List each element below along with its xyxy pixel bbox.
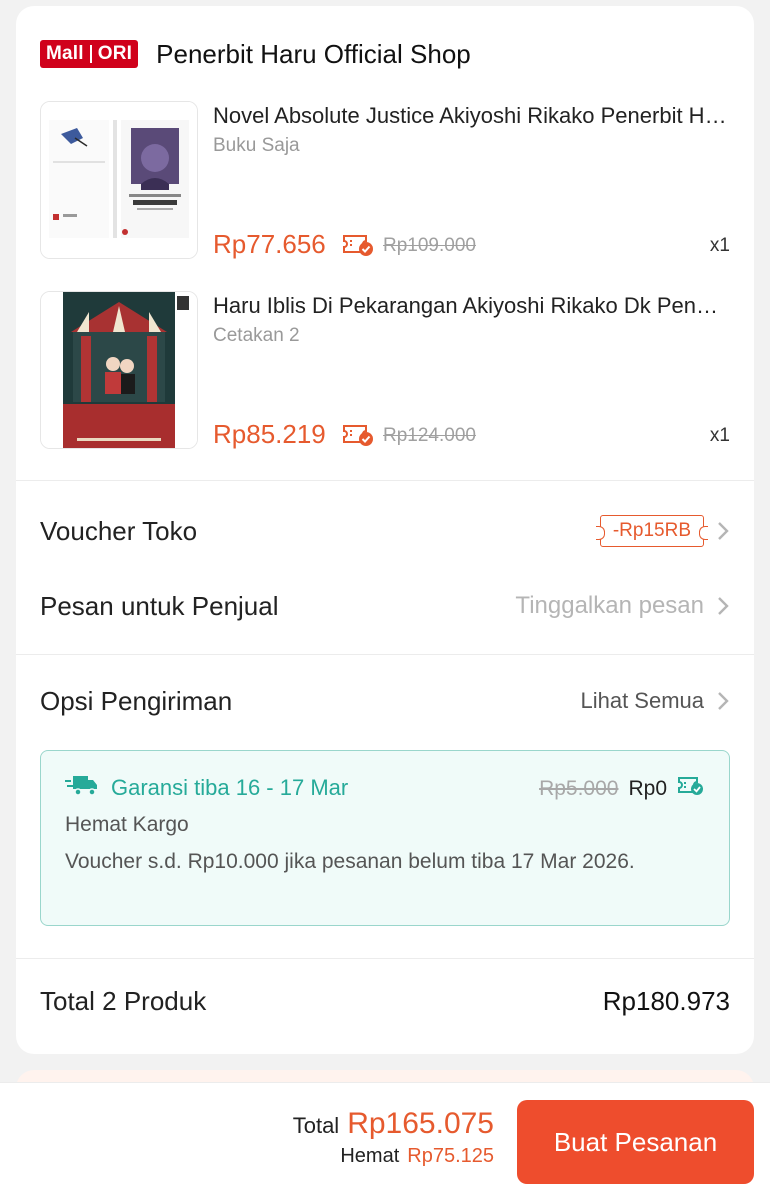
see-all-link[interactable]: Lihat Semua	[580, 688, 704, 714]
coupon-check-icon	[342, 422, 374, 453]
product-variant: Buku Saja	[213, 135, 300, 156]
shipping-method-name: Hemat Kargo	[65, 813, 189, 836]
product-original-price: Rp109.000	[383, 235, 476, 256]
chevron-right-icon	[716, 520, 730, 542]
product-item[interactable]: Haru Iblis Di Pekarangan Akiyoshi Rikako…	[40, 291, 730, 451]
product-original-price: Rp124.000	[383, 425, 476, 446]
shop-order-card: Mall ORI Penerbit Haru Official Shop Nov…	[16, 6, 754, 1054]
coupon-check-icon	[342, 232, 374, 263]
delivery-truck-icon	[65, 773, 99, 802]
divider	[16, 958, 754, 959]
product-thumbnail[interactable]	[40, 101, 198, 259]
product-subtotal-row: Total 2 Produk Rp180.973	[40, 986, 730, 1017]
badge-separator	[89, 45, 92, 63]
seller-message-input[interactable]: Tinggalkan pesan	[515, 592, 704, 620]
savings-label: Hemat	[340, 1145, 400, 1167]
product-thumbnail[interactable]	[40, 291, 198, 449]
shop-voucher-tag[interactable]: -Rp15RB	[595, 515, 709, 547]
chevron-right-icon	[716, 595, 730, 617]
shipping-option-label: Opsi Pengiriman	[40, 685, 233, 716]
total-payment-value: Rp165.075	[347, 1107, 494, 1140]
product-item[interactable]: Novel Absolute Justice Akiyoshi Rikako P…	[40, 101, 730, 261]
product-title[interactable]: Haru Iblis Di Pekarangan Akiyoshi Rikako…	[213, 293, 728, 319]
ori-badge-label: ORI	[97, 43, 133, 64]
book-cover-iblis-di-pekarangan	[41, 292, 197, 448]
delivery-guarantee-text: Garansi tiba 16 - 17 Mar	[111, 774, 349, 800]
shipping-original-price: Rp5.000	[539, 776, 619, 800]
seller-message-row[interactable]: Pesan untuk Penjual Tinggalkan pesan	[40, 586, 730, 626]
checkout-bar: Total Rp165.075 Hemat Rp75.125 Buat Pesa…	[0, 1082, 770, 1200]
shop-name[interactable]: Penerbit Haru Official Shop	[156, 39, 471, 70]
shipping-option-row[interactable]: Opsi Pengiriman Lihat Semua	[40, 681, 730, 721]
free-shipping-voucher-icon	[677, 775, 705, 802]
delivery-guarantee: Garansi tiba 16 - 17 Mar	[65, 773, 348, 802]
shipping-guarantee-note: Voucher s.d. Rp10.000 jika pesanan belum…	[65, 850, 635, 873]
shipping-option-card[interactable]: Garansi tiba 16 - 17 Mar Rp5.000 Rp0 Hem…	[40, 750, 730, 926]
subtotal-label: Total 2 Produk	[40, 986, 207, 1016]
shop-voucher-label: Voucher Toko	[40, 515, 198, 546]
mall-badge-label: Mall	[46, 43, 84, 64]
chevron-right-icon	[716, 690, 730, 712]
book-cover-absolute-justice	[41, 102, 197, 258]
mall-ori-badge: Mall ORI	[40, 40, 139, 68]
savings-value: Rp75.125	[407, 1145, 494, 1167]
divider	[16, 654, 754, 655]
product-variant: Cetakan 2	[213, 325, 300, 346]
subtotal-value: Rp180.973	[602, 986, 730, 1016]
divider	[16, 480, 754, 481]
shipping-current-price: Rp0	[628, 776, 667, 800]
product-price: Rp77.656	[213, 229, 326, 259]
shop-voucher-row[interactable]: Voucher Toko -Rp15RB	[40, 511, 730, 551]
product-quantity: x1	[709, 235, 730, 256]
place-order-button[interactable]: Buat Pesanan	[517, 1100, 754, 1184]
product-price: Rp85.219	[213, 419, 326, 449]
seller-message-label: Pesan untuk Penjual	[40, 590, 279, 621]
product-title[interactable]: Novel Absolute Justice Akiyoshi Rikako P…	[213, 103, 728, 129]
product-quantity: x1	[709, 425, 730, 446]
shop-header[interactable]: Mall ORI Penerbit Haru Official Shop	[40, 34, 471, 74]
total-payment-label: Total	[292, 1113, 340, 1138]
checkout-totals: Total Rp165.075 Hemat Rp75.125	[293, 1107, 494, 1168]
shipping-price: Rp5.000 Rp0	[539, 775, 705, 802]
